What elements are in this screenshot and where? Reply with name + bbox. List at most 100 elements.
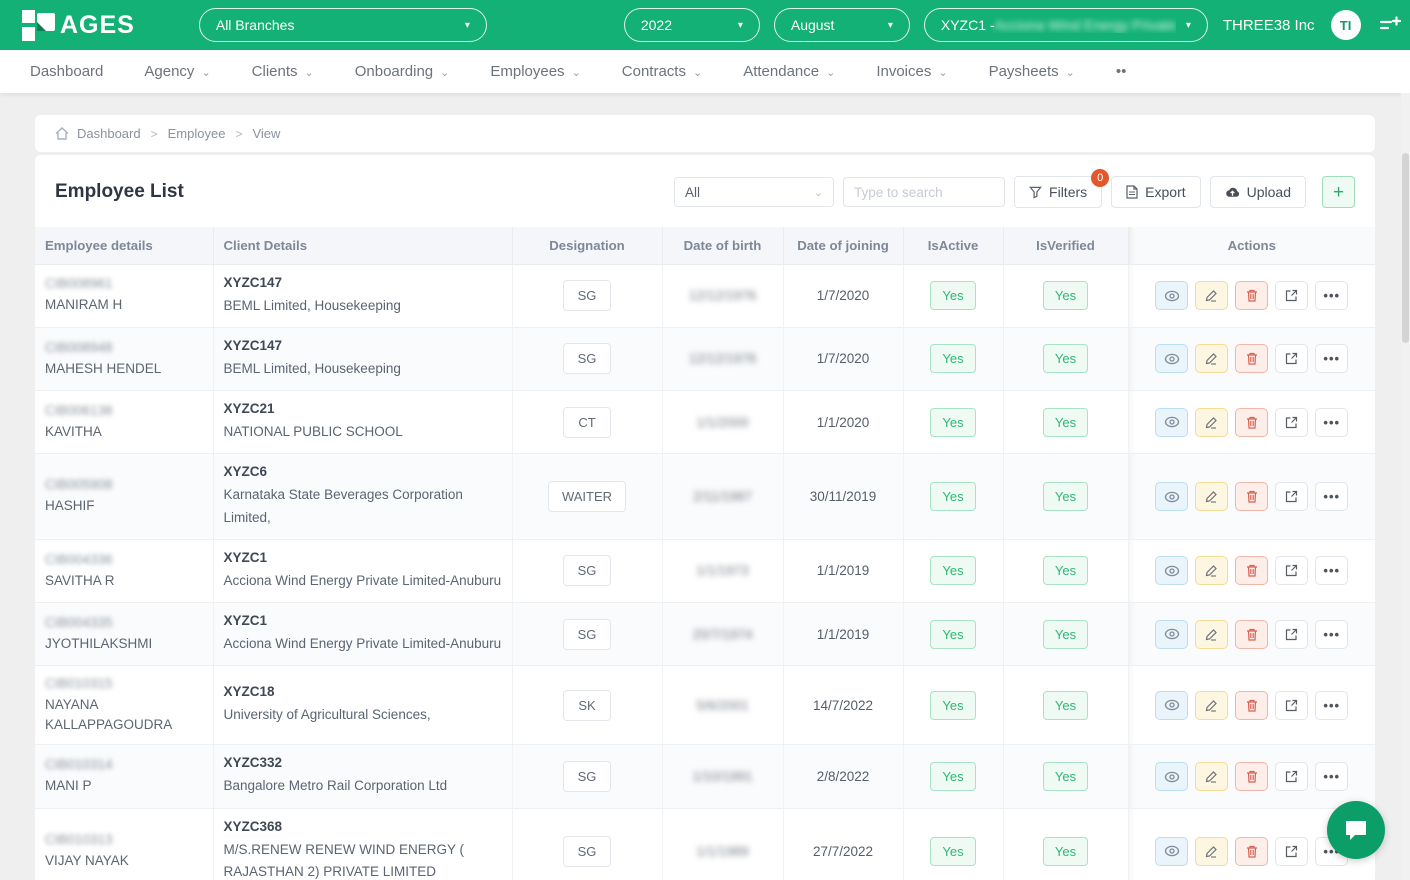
nav-item-agency[interactable]: Agency ⌄ bbox=[144, 63, 210, 80]
edit-button[interactable] bbox=[1195, 837, 1228, 866]
view-button[interactable] bbox=[1155, 691, 1188, 720]
edit-button[interactable] bbox=[1195, 482, 1228, 511]
export-button[interactable]: Export bbox=[1111, 176, 1200, 208]
open-external-button[interactable] bbox=[1275, 620, 1308, 649]
open-external-button[interactable] bbox=[1275, 281, 1308, 310]
view-button[interactable] bbox=[1155, 837, 1188, 866]
table-row[interactable]: CIB005908 HASHIF XYZC6 Karnataka State B… bbox=[35, 454, 1375, 540]
delete-button[interactable] bbox=[1235, 281, 1268, 310]
page-scrollbar[interactable] bbox=[1401, 93, 1410, 880]
edit-button[interactable] bbox=[1195, 408, 1228, 437]
delete-button[interactable] bbox=[1235, 482, 1268, 511]
is-active-badge: Yes bbox=[930, 556, 975, 585]
employee-id-redacted: CIB010315 bbox=[45, 676, 203, 691]
more-actions-button[interactable]: ••• bbox=[1315, 344, 1348, 373]
designation-badge: SG bbox=[563, 761, 611, 792]
breadcrumb-employee[interactable]: Employee bbox=[168, 126, 226, 141]
eye-icon bbox=[1164, 353, 1180, 365]
delete-button[interactable] bbox=[1235, 344, 1268, 373]
client-dropdown[interactable]: XYZC1 - Acciona Wind Energy Private .. ▾ bbox=[924, 8, 1208, 42]
more-actions-button[interactable]: ••• bbox=[1315, 620, 1348, 649]
client-name: Karnataka State Beverages Corporation Li… bbox=[224, 484, 502, 529]
open-external-button[interactable] bbox=[1275, 408, 1308, 437]
breadcrumb-separator: > bbox=[235, 127, 242, 141]
nav-item-clients[interactable]: Clients ⌄ bbox=[252, 63, 314, 80]
view-button[interactable] bbox=[1155, 620, 1188, 649]
more-actions-button[interactable]: ••• bbox=[1315, 482, 1348, 511]
open-external-button[interactable] bbox=[1275, 344, 1308, 373]
nav-item-employees[interactable]: Employees ⌄ bbox=[490, 63, 580, 80]
delete-button[interactable] bbox=[1235, 620, 1268, 649]
employee-name: JYOTHILAKSHMI bbox=[45, 634, 203, 654]
branch-dropdown[interactable]: All Branches ▾ bbox=[199, 8, 487, 42]
delete-button[interactable] bbox=[1235, 762, 1268, 791]
view-button[interactable] bbox=[1155, 762, 1188, 791]
trash-icon bbox=[1246, 699, 1258, 712]
search-input[interactable] bbox=[843, 177, 1005, 207]
chat-button[interactable] bbox=[1327, 801, 1385, 859]
delete-button[interactable] bbox=[1235, 408, 1268, 437]
home-icon[interactable] bbox=[55, 127, 69, 140]
add-employee-button[interactable]: + bbox=[1322, 176, 1355, 208]
open-external-button[interactable] bbox=[1275, 482, 1308, 511]
table-row[interactable]: CIB004335 JYOTHILAKSHMI XYZC1 Acciona Wi… bbox=[35, 603, 1375, 666]
more-actions-button[interactable]: ••• bbox=[1315, 408, 1348, 437]
app-logo[interactable]: AGES bbox=[22, 9, 135, 41]
edit-button[interactable] bbox=[1195, 620, 1228, 649]
trash-icon bbox=[1246, 564, 1258, 577]
view-button[interactable] bbox=[1155, 408, 1188, 437]
breadcrumb-view[interactable]: View bbox=[252, 126, 280, 141]
scrollbar-thumb[interactable] bbox=[1402, 153, 1409, 343]
upload-button[interactable]: Upload bbox=[1210, 176, 1306, 208]
breadcrumb-dashboard[interactable]: Dashboard bbox=[77, 126, 141, 141]
more-actions-button[interactable]: ••• bbox=[1315, 556, 1348, 585]
edit-button[interactable] bbox=[1195, 281, 1228, 310]
table-row[interactable]: CIB008961 MANIRAM H XYZC147 BEML Limited… bbox=[35, 264, 1375, 327]
client-code: XYZC1 bbox=[224, 550, 502, 565]
nav-item-invoices[interactable]: Invoices ⌄ bbox=[876, 63, 947, 80]
table-row[interactable]: CIB010315 NAYANA KALLAPPAGOUDRA XYZC18 U… bbox=[35, 666, 1375, 745]
edit-button[interactable] bbox=[1195, 556, 1228, 585]
nav-item-onboarding[interactable]: Onboarding ⌄ bbox=[355, 63, 450, 80]
client-code: XYZC18 bbox=[224, 684, 502, 699]
delete-button[interactable] bbox=[1235, 691, 1268, 720]
table-row[interactable]: CIB010314 MANI P XYZC332 Bangalore Metro… bbox=[35, 745, 1375, 808]
delete-button[interactable] bbox=[1235, 837, 1268, 866]
is-verified-badge: Yes bbox=[1043, 344, 1088, 373]
nav-item-attendance[interactable]: Attendance ⌄ bbox=[743, 63, 835, 80]
user-avatar[interactable]: TI bbox=[1331, 10, 1361, 40]
month-dropdown[interactable]: August ▾ bbox=[774, 8, 910, 42]
view-button[interactable] bbox=[1155, 281, 1188, 310]
view-button[interactable] bbox=[1155, 482, 1188, 511]
edit-button[interactable] bbox=[1195, 762, 1228, 791]
table-row[interactable]: CIB010313 VIJAY NAYAK XYZC368 M/S.RENEW … bbox=[35, 808, 1375, 880]
year-dropdown[interactable]: 2022 ▾ bbox=[624, 8, 760, 42]
nav-item-contracts[interactable]: Contracts ⌄ bbox=[622, 63, 702, 80]
edit-button[interactable] bbox=[1195, 691, 1228, 720]
nav-item-[interactable]: •• bbox=[1116, 63, 1127, 80]
open-external-button[interactable] bbox=[1275, 691, 1308, 720]
view-button[interactable] bbox=[1155, 556, 1188, 585]
table-row[interactable]: CIB006138 KAVITHA XYZC21 NATIONAL PUBLIC… bbox=[35, 391, 1375, 454]
more-actions-button[interactable]: ••• bbox=[1315, 762, 1348, 791]
filters-button[interactable]: Filters 0 bbox=[1014, 176, 1102, 208]
external-link-icon bbox=[1285, 564, 1298, 577]
chevron-down-icon: ⌄ bbox=[1066, 66, 1075, 79]
more-actions-button[interactable]: ••• bbox=[1315, 281, 1348, 310]
more-actions-button[interactable]: ••• bbox=[1315, 691, 1348, 720]
edit-button[interactable] bbox=[1195, 344, 1228, 373]
open-external-button[interactable] bbox=[1275, 762, 1308, 791]
open-external-button[interactable] bbox=[1275, 556, 1308, 585]
playlist-add-icon[interactable] bbox=[1378, 14, 1402, 36]
date-of-joining: 14/7/2022 bbox=[813, 698, 873, 713]
nav-item-paysheets[interactable]: Paysheets ⌄ bbox=[989, 63, 1075, 80]
delete-button[interactable] bbox=[1235, 556, 1268, 585]
filters-count-badge: 0 bbox=[1091, 169, 1109, 187]
nav-item-dashboard[interactable]: Dashboard bbox=[30, 63, 103, 80]
view-button[interactable] bbox=[1155, 344, 1188, 373]
table-row[interactable]: CIB008948 MAHESH HENDEL XYZC147 BEML Lim… bbox=[35, 327, 1375, 390]
table-header-row: Employee detailsClient DetailsDesignatio… bbox=[35, 227, 1375, 264]
open-external-button[interactable] bbox=[1275, 837, 1308, 866]
category-select[interactable]: All ⌄ bbox=[674, 177, 834, 207]
table-row[interactable]: CIB004336 SAVITHA R XYZC1 Acciona Wind E… bbox=[35, 539, 1375, 602]
